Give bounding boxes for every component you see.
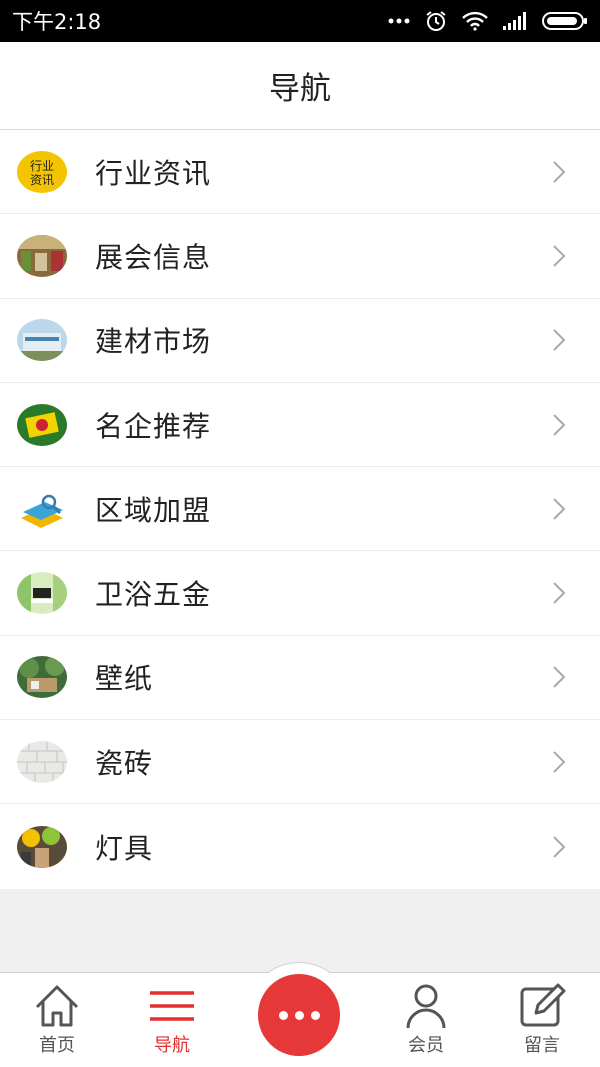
alarm-icon — [426, 11, 446, 31]
more-dots-icon — [388, 18, 410, 24]
nav-item-label: 展会信息 — [95, 240, 212, 274]
status-icons — [388, 9, 588, 33]
status-time: 下午2:18 — [12, 10, 102, 34]
nav-item-bathroom-hardware[interactable]: 卫浴五金 — [0, 551, 600, 636]
page-title: 导航 — [269, 71, 331, 107]
tile-thumbnail — [17, 740, 67, 783]
nav-item-label: 壁纸 — [95, 662, 154, 696]
chevron-right-icon — [553, 751, 566, 773]
tab-label: 首页 — [39, 1035, 75, 1056]
building-materials-market-thumbnail — [17, 319, 67, 362]
chevron-right-icon — [553, 498, 566, 520]
nav-item-regional-franchise[interactable]: 区域加盟 — [0, 467, 600, 552]
status-bar: 下午2:18 — [0, 0, 600, 42]
chevron-right-icon — [553, 666, 566, 689]
chevron-right-icon — [553, 245, 566, 267]
chevron-right-icon — [553, 413, 566, 436]
edit-message-icon — [520, 983, 566, 1027]
nav-item-industry-news[interactable]: 行业 资讯 行业资讯 — [0, 130, 600, 215]
tab-label: 留言 — [524, 1035, 560, 1056]
nav-item-label: 卫浴五金 — [95, 578, 212, 612]
more-dot — [294, 1010, 304, 1020]
nav-item-label: 灯具 — [95, 831, 154, 865]
menu-icon — [150, 991, 194, 1021]
chevron-right-icon — [553, 329, 566, 351]
thumb-text-2: 资讯 — [30, 173, 54, 187]
nav-item-label: 瓷砖 — [95, 746, 154, 780]
tab-member[interactable]: 会员 — [381, 973, 471, 1067]
nav-item-label: 名企推荐 — [95, 409, 212, 443]
exhibition-thumbnail — [17, 234, 67, 277]
nav-item-exhibition[interactable]: 展会信息 — [0, 214, 600, 299]
center-more-button[interactable] — [258, 974, 340, 1056]
nav-item-label: 行业资讯 — [95, 156, 212, 190]
nav-item-wallpaper[interactable]: 壁纸 — [0, 636, 600, 721]
chevron-right-icon — [553, 160, 566, 183]
signal-icon — [503, 12, 526, 30]
home-icon — [35, 985, 79, 1027]
wallpaper-thumbnail — [17, 656, 67, 699]
tab-message[interactable]: 留言 — [497, 973, 587, 1067]
tab-home[interactable]: 首页 — [12, 973, 102, 1067]
user-icon — [406, 984, 446, 1029]
wifi-icon — [462, 11, 488, 31]
regional-franchise-thumbnail — [17, 487, 67, 530]
more-dot — [278, 1010, 288, 1020]
nav-list: 行业 资讯 行业资讯 展会信息 建材市场 名企推荐 区域加盟 卫浴五金 壁纸 瓷… — [0, 130, 600, 889]
famous-enterprise-thumbnail — [17, 403, 67, 446]
page-header: 导航 — [0, 42, 600, 130]
battery-icon — [542, 12, 587, 30]
nav-item-label: 区域加盟 — [95, 493, 212, 527]
nav-item-lamp[interactable]: 灯具 — [0, 804, 600, 888]
tab-label: 会员 — [408, 1035, 444, 1056]
more-dot — [310, 1010, 320, 1020]
nav-item-famous-enterprise[interactable]: 名企推荐 — [0, 383, 600, 468]
thumb-text-1: 行业 — [30, 159, 54, 173]
chevron-right-icon — [553, 835, 566, 858]
bathroom-hardware-thumbnail — [17, 572, 67, 615]
nav-item-building-materials-market[interactable]: 建材市场 — [0, 299, 600, 383]
tab-label: 导航 — [154, 1035, 190, 1056]
tab-navigation[interactable]: 导航 — [127, 973, 217, 1067]
industry-news-thumbnail: 行业 资讯 — [17, 150, 67, 193]
nav-item-label: 建材市场 — [95, 325, 212, 359]
lamp-thumbnail — [17, 825, 67, 868]
chevron-right-icon — [553, 582, 566, 604]
nav-item-tile[interactable]: 瓷砖 — [0, 720, 600, 805]
